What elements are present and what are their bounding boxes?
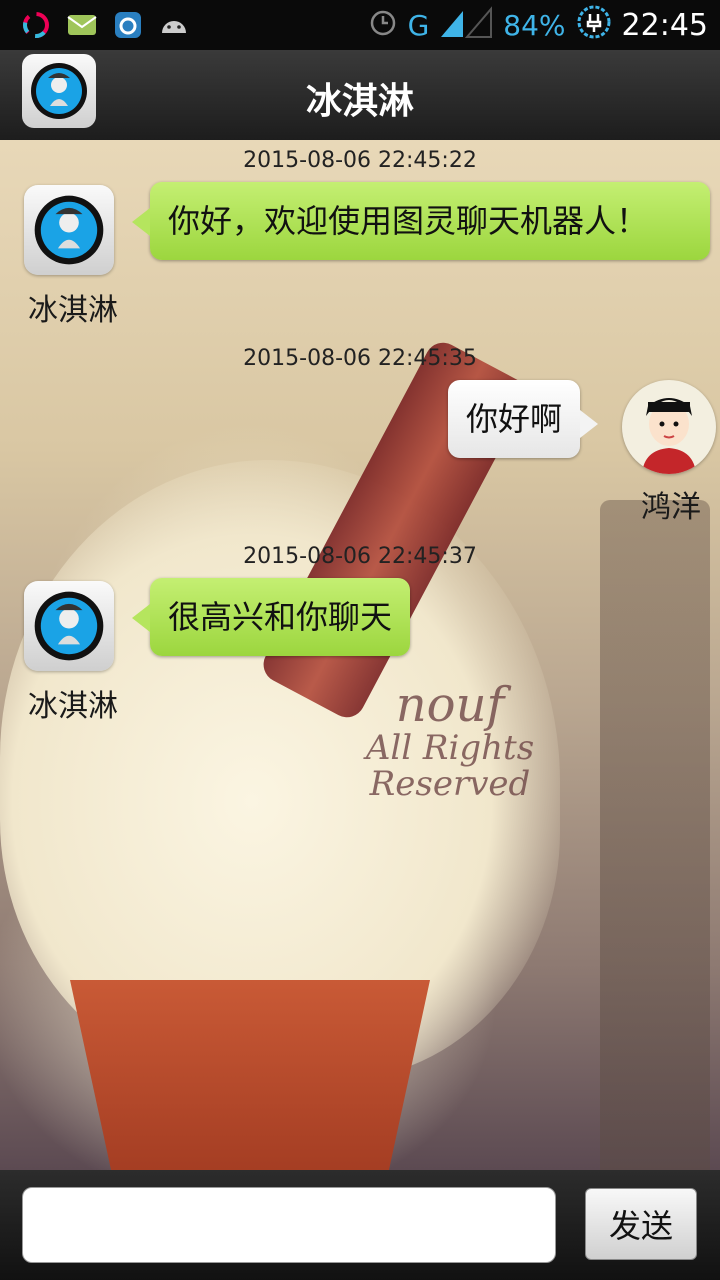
watermark-line1: nouf	[395, 677, 505, 733]
message-timestamp: 2015-08-06 22:45:37	[243, 544, 477, 569]
sender-name: 冰淇淋	[28, 689, 118, 724]
battery-percent: 84%	[503, 8, 566, 42]
alarm-icon	[368, 7, 398, 44]
send-button[interactable]: 发送	[585, 1188, 697, 1260]
page-title: 冰淇淋	[305, 81, 414, 122]
background-tower	[600, 500, 710, 1170]
status-bar: G 84% 22:45	[0, 0, 720, 50]
background-cone	[70, 980, 430, 1170]
title-bar: 冰淇淋	[0, 50, 720, 142]
sender-name: 鸿洋	[641, 490, 701, 525]
battery-charging-icon	[576, 4, 612, 47]
message-text: 你好啊	[466, 400, 563, 438]
swirl-app-icon	[20, 9, 52, 41]
sender-name: 冰淇淋	[28, 293, 118, 328]
camera-app-icon	[112, 9, 144, 41]
input-bar: 发送	[0, 1170, 720, 1280]
message-bubble-bot[interactable]: 很高兴和你聊天	[131, 578, 411, 656]
message-input[interactable]	[22, 1187, 556, 1263]
mail-icon	[66, 9, 98, 41]
message-timestamp: 2015-08-06 22:45:22	[243, 148, 477, 173]
network-type: G	[407, 8, 430, 42]
clock: 22:45	[621, 7, 708, 43]
message-text: 很高兴和你聊天	[168, 598, 393, 636]
message-timestamp: 2015-08-06 22:45:35	[243, 346, 477, 371]
android-icon	[158, 9, 190, 41]
message-bubble-bot[interactable]: 你好，欢迎使用图灵聊天机器人！	[132, 182, 710, 260]
message-text: 你好，欢迎使用图灵聊天机器人！	[168, 202, 649, 240]
signal-icon	[439, 5, 493, 46]
user-avatar-icon[interactable]	[622, 380, 716, 474]
bot-avatar-icon[interactable]	[24, 185, 114, 275]
bot-avatar-icon[interactable]	[24, 581, 114, 671]
watermark: nouf All Rights Reserved	[300, 680, 600, 802]
watermark-line2: All Rights Reserved	[365, 728, 535, 804]
message-bubble-user[interactable]: 你好啊	[448, 380, 599, 458]
